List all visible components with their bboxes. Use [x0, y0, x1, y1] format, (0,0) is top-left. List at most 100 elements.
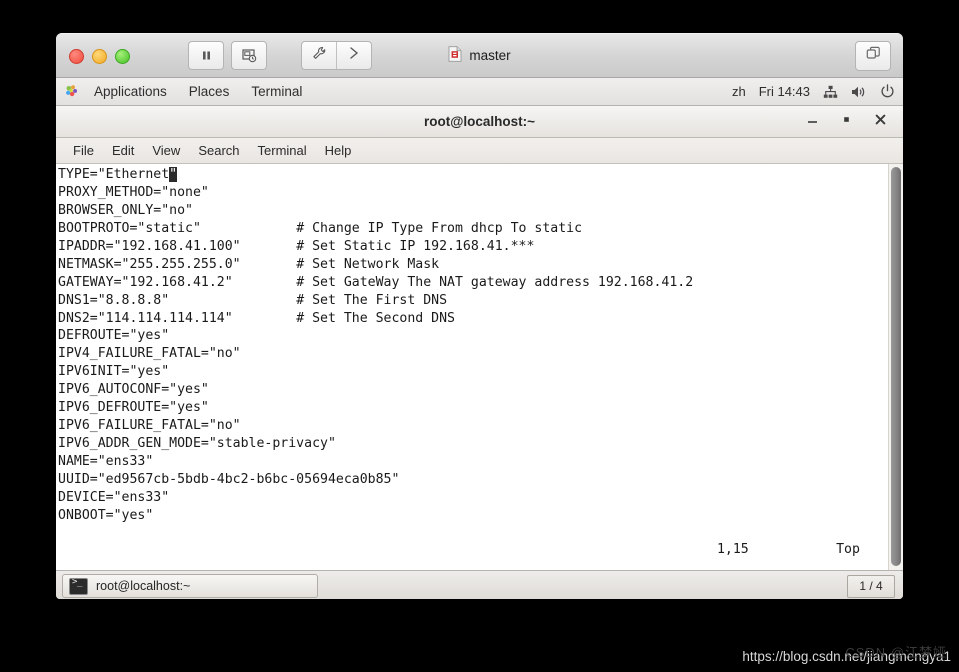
vm-restore-button[interactable]: [855, 41, 891, 71]
pause-icon: [200, 49, 213, 62]
terminal-line-code: ONBOOT="yes": [58, 507, 154, 523]
terminal-line-padding: [233, 311, 297, 326]
menu-terminal[interactable]: Terminal: [249, 141, 316, 160]
menu-help[interactable]: Help: [316, 141, 361, 160]
network-icon[interactable]: [823, 85, 838, 99]
terminal-line-code: NAME="ens33": [58, 454, 154, 469]
volume-icon[interactable]: [851, 85, 867, 99]
terminal-icon: [69, 577, 88, 595]
menu-view[interactable]: View: [143, 141, 189, 160]
snapshot-icon: [241, 48, 257, 63]
vm-expand-button[interactable]: [337, 42, 371, 69]
terminal-line: NETMASK="255.255.255.0" # Set Network Ma…: [58, 256, 883, 274]
terminal-minimize-button[interactable]: [795, 106, 829, 137]
workspace-switcher[interactable]: 1 / 4: [847, 574, 895, 598]
terminal-line-comment: # Set Network Mask: [296, 256, 440, 272]
gnome-menu-applications[interactable]: Applications: [83, 81, 178, 102]
terminal-scrollbar-thumb[interactable]: [891, 167, 901, 566]
maximize-window-button[interactable]: [115, 49, 130, 64]
input-method-indicator[interactable]: zh: [732, 84, 746, 99]
terminal-line-code: BROWSER_ONLY="no": [58, 202, 193, 218]
vm-toolbar-right: [301, 41, 372, 70]
terminal-line: BROWSER_ONLY="no": [58, 202, 883, 220]
terminal-line-comment: # Set The First DNS: [296, 292, 448, 308]
terminal-line: TYPE="Ethernet": [58, 166, 883, 184]
terminal-line: PROXY_METHOD="none": [58, 184, 883, 202]
terminal-line-padding: [241, 239, 297, 254]
terminal-line-comment: # Change IP Type From dhcp To static: [296, 220, 583, 236]
pause-vm-button[interactable]: [188, 41, 224, 70]
gnome-menu-places[interactable]: Places: [178, 81, 241, 102]
terminal-line-code: IPADDR="192.168.41.100": [58, 238, 241, 254]
menu-file[interactable]: File: [64, 141, 103, 160]
vim-scroll-indicator: Top: [836, 542, 860, 557]
terminal-maximize-button[interactable]: [829, 106, 863, 137]
close-icon: [874, 113, 887, 131]
terminal-line: ONBOOT="yes": [58, 507, 883, 525]
watermark-overlay: CSDN @江梦娅: [845, 645, 947, 660]
terminal-line-comment: # Set Static IP 192.168.41.***: [296, 238, 535, 254]
terminal-line-code: IPV4_FAILURE_FATAL="no": [58, 346, 241, 362]
terminal-line: DNS1="8.8.8.8" # Set The First DNS: [58, 292, 883, 310]
terminal-cursor: ": [169, 167, 178, 182]
document-icon: [448, 46, 462, 65]
vmware-title: master: [56, 34, 903, 77]
terminal-line: IPV4_FAILURE_FATAL="no": [58, 345, 883, 363]
terminal-line-code: DNS2="114.114.114.114": [58, 310, 233, 326]
terminal-line: NAME="ens33": [58, 453, 883, 471]
terminal-line: IPV6_AUTOCONF="yes": [58, 381, 883, 399]
close-window-button[interactable]: [69, 49, 84, 64]
terminal-line-code: IPV6_ADDR_GEN_MODE="stable-privacy": [58, 436, 336, 452]
terminal-line-code: PROXY_METHOD="none": [58, 184, 209, 200]
terminal-line-code: IPV6INIT="yes": [58, 364, 170, 380]
menu-search[interactable]: Search: [189, 141, 248, 160]
power-icon[interactable]: [880, 84, 895, 99]
terminal-line-comment: # Set The Second DNS: [296, 310, 455, 326]
terminal-line-padding: [233, 275, 297, 290]
vim-cursor-position: 1,15: [58, 542, 749, 557]
terminal-body[interactable]: TYPE="Ethernet" PROXY_METHOD="none" BROWSE…: [56, 164, 903, 571]
terminal-line-code: DEVICE="ens33": [58, 489, 170, 505]
clock[interactable]: Fri 14:43: [759, 84, 810, 99]
terminal-line-padding: [241, 257, 297, 272]
taskbar-item-terminal[interactable]: root@localhost:~: [62, 574, 318, 598]
vim-status-line: 1,15 Top: [58, 542, 883, 557]
vm-settings-button[interactable]: [302, 42, 337, 69]
terminal-line-code: NETMASK="255.255.255.0": [58, 256, 241, 272]
window-traffic-lights: [69, 49, 130, 64]
vmware-title-text: master: [469, 48, 511, 63]
taskbar-item-label: root@localhost:~: [96, 579, 191, 593]
terminal-window: root@localhost:~ File Edit View Search T…: [56, 106, 903, 571]
terminal-line-code: IPV6_FAILURE_FATAL="no": [58, 418, 241, 434]
terminal-line-code: TYPE="Ethernet: [58, 167, 170, 182]
terminal-line-comment: # Set GateWay The NAT gateway address 19…: [296, 274, 694, 290]
terminal-line-code: IPV6_DEFROUTE="yes": [58, 400, 209, 416]
terminal-close-button[interactable]: [863, 106, 897, 137]
terminal-line-code: GATEWAY="192.168.41.2": [58, 274, 233, 290]
gnome-panel-menus: Applications Places Terminal: [56, 81, 313, 102]
terminal-menubar: File Edit View Search Terminal Help: [56, 138, 903, 164]
gnome-menu-terminal[interactable]: Terminal: [240, 81, 313, 102]
snapshot-vm-button[interactable]: [231, 41, 267, 70]
gnome-bottom-taskbar: root@localhost:~ 1 / 4: [56, 570, 903, 599]
vmware-titlebar: master: [56, 33, 903, 78]
menu-edit[interactable]: Edit: [103, 141, 143, 160]
terminal-line: BOOTPROTO="static" # Change IP Type From…: [58, 220, 883, 238]
restore-window-icon: [866, 46, 881, 66]
terminal-line: DEVICE="ens33": [58, 489, 883, 507]
terminal-title: root@localhost:~: [423, 114, 536, 129]
minimize-icon: [806, 113, 819, 131]
terminal-line: IPADDR="192.168.41.100" # Set Static IP …: [58, 238, 883, 256]
terminal-line-code: UUID="ed9567cb-5bdb-4bc2-b6bc-05694eca0b…: [58, 471, 400, 487]
terminal-line: IPV6_DEFROUTE="yes": [58, 399, 883, 417]
terminal-line-code: DNS1="8.8.8.8": [58, 292, 170, 308]
terminal-line-code: DEFROUTE="yes": [58, 328, 170, 344]
terminal-line: IPV6INIT="yes": [58, 363, 883, 381]
terminal-line-code: BOOTPROTO="static": [58, 220, 201, 236]
gnome-foot-icon: [64, 84, 79, 99]
minimize-window-button[interactable]: [92, 49, 107, 64]
terminal-line-padding: [201, 221, 296, 236]
terminal-scrollbar[interactable]: [888, 164, 903, 571]
vm-toolbar-left: [188, 41, 274, 70]
screen: master Applications Places Terminal zh F…: [0, 0, 959, 672]
